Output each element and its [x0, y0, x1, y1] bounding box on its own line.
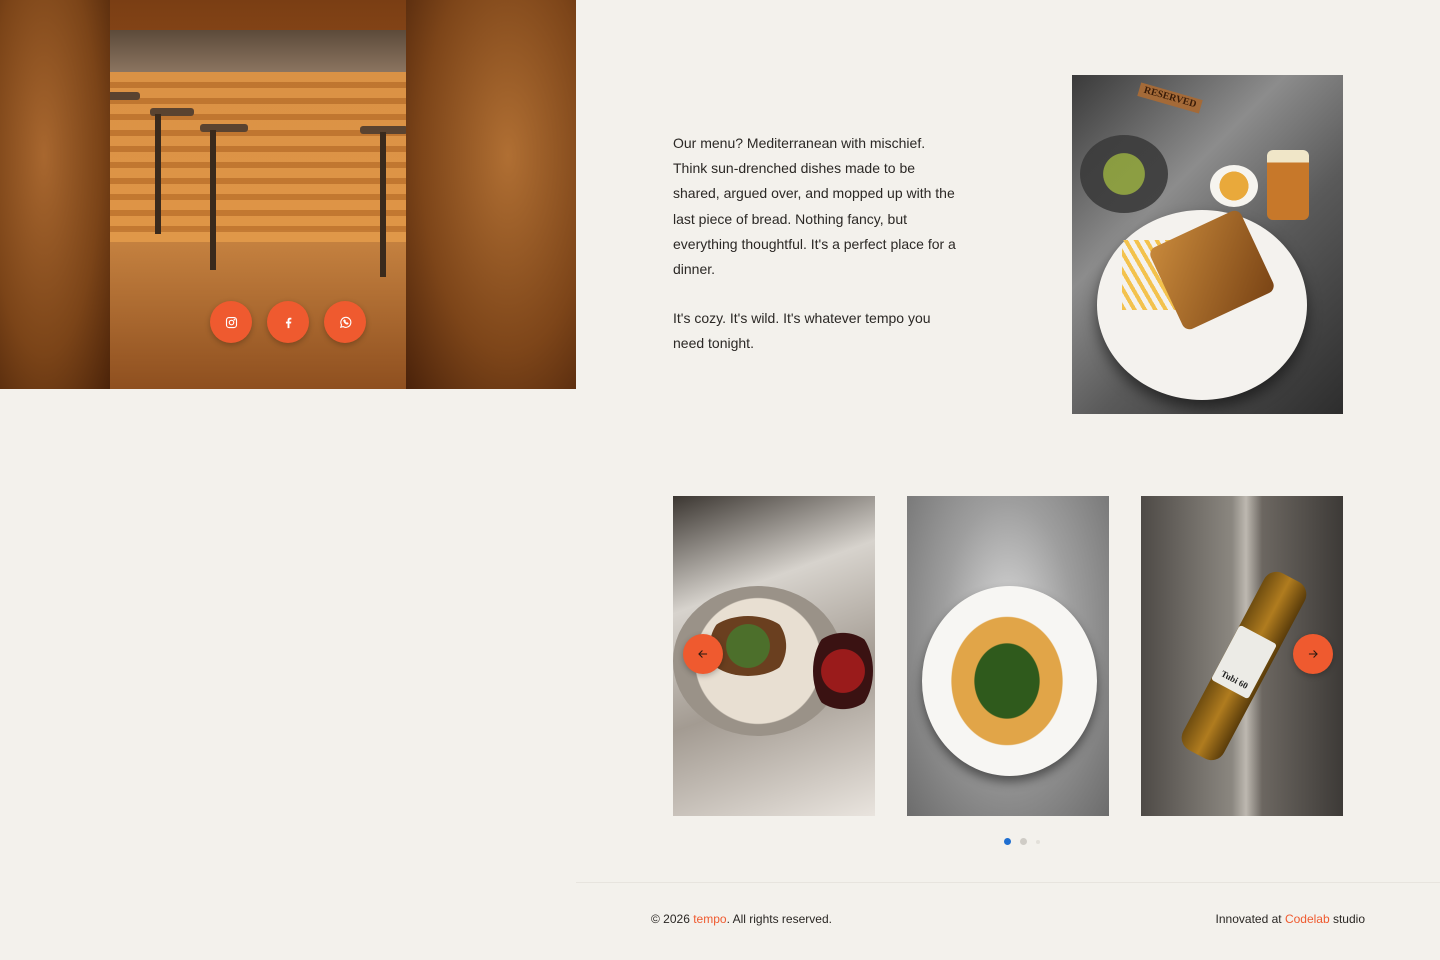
whatsapp-button[interactable]: [324, 301, 366, 343]
credit-prefix: Innovated at: [1215, 912, 1285, 926]
carousel-dot[interactable]: [1036, 839, 1040, 844]
social-links: [210, 301, 366, 343]
brand-link[interactable]: tempo: [693, 912, 726, 926]
hero-stone-wall-left: [0, 0, 110, 389]
beer-glass: [1267, 150, 1309, 220]
intro-paragraph: Our menu? Mediterranean with mischief. T…: [673, 135, 956, 278]
copyright-suffix: . All rights reserved.: [726, 912, 832, 926]
intro-paragraph: It's cozy. It's wild. It's whatever temp…: [673, 310, 931, 352]
hero-stone-wall-right: [406, 0, 576, 389]
olive-bowl: [1080, 135, 1168, 213]
wine-glass: [813, 626, 873, 716]
hero-stool-leg: [380, 132, 386, 277]
footer-credit: Innovated at Codelab studio: [1216, 912, 1365, 926]
footer-copyright: © 2026 tempo. All rights reserved.: [651, 912, 832, 926]
carousel-dot[interactable]: [1004, 838, 1011, 845]
hero-counter-body: [100, 72, 420, 242]
instagram-icon: [225, 316, 237, 328]
instagram-button[interactable]: [210, 301, 252, 343]
hero-bar-photo: [0, 0, 576, 389]
copyright-prefix: © 2026: [651, 912, 694, 926]
sauce-cup: [1210, 165, 1258, 207]
herb-dish: [942, 606, 1072, 756]
facebook-button[interactable]: [267, 301, 309, 343]
facebook-icon: [285, 317, 291, 328]
carousel-dot[interactable]: [1020, 838, 1027, 845]
carousel-next-button[interactable]: [1293, 634, 1333, 674]
carousel-pagination: [1004, 838, 1040, 845]
hero-stool: [200, 124, 248, 132]
carousel-prev-button[interactable]: [683, 634, 723, 674]
footer-divider: [576, 882, 1440, 883]
credit-suffix: studio: [1329, 912, 1365, 926]
carousel-photo-2: [907, 496, 1109, 816]
sandwich-plate-photo: RESERVED: [1072, 75, 1343, 414]
arrow-right-icon: [1308, 650, 1318, 658]
arrow-left-icon: [698, 650, 708, 658]
whatsapp-icon: [339, 316, 351, 328]
hero-counter-top: [92, 30, 428, 72]
studio-link[interactable]: Codelab: [1285, 912, 1330, 926]
hero-stool-leg: [210, 130, 216, 270]
menu-intro: Our menu? Mediterranean with mischief. T…: [673, 131, 958, 357]
reserved-sign: RESERVED: [1137, 82, 1203, 114]
hero-stool-leg: [155, 114, 161, 234]
